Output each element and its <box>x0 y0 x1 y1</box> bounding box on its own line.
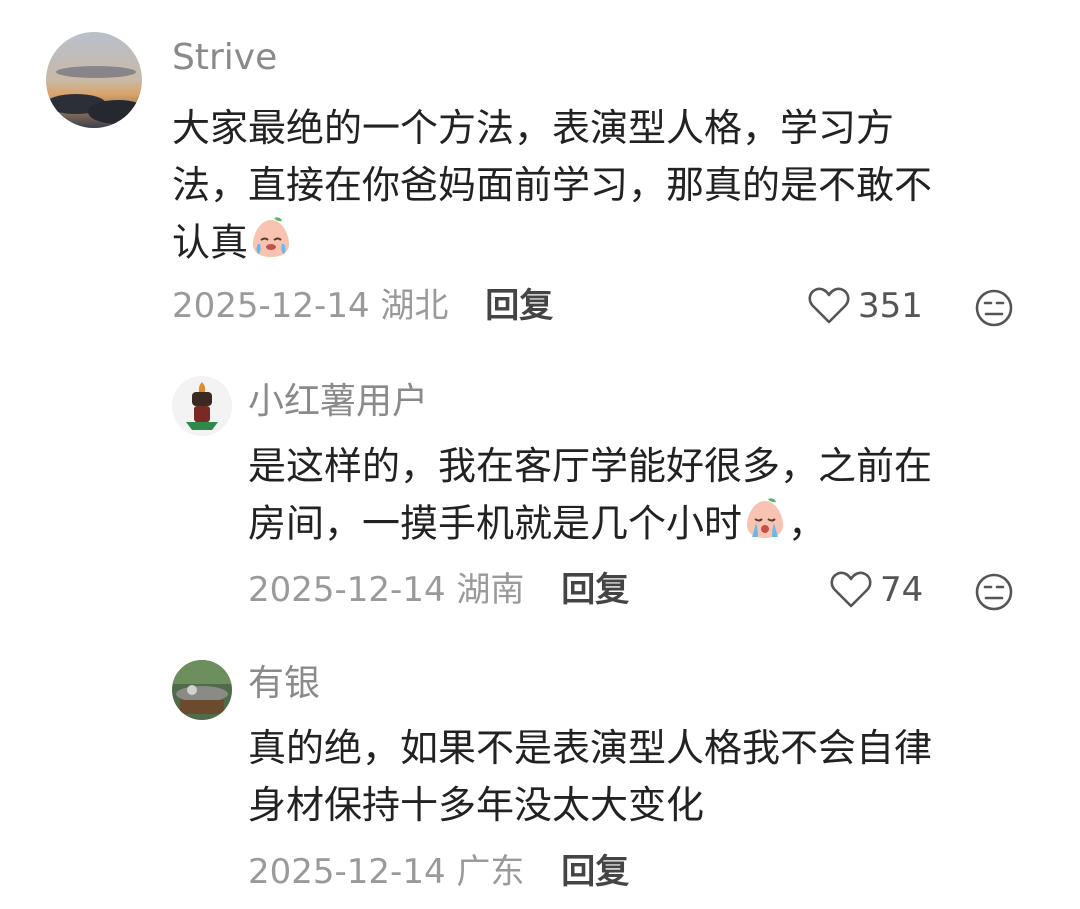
comment-meta: 2025-12-14 湖北 回复 <box>172 286 553 326</box>
comment-date: 2025-12-14 <box>172 286 370 326</box>
comment-meta: 2025-12-14 广东 回复 <box>248 852 629 892</box>
comment-line: 房间，一摸手机就是几个小时 ， <box>248 495 932 557</box>
comment-line: 认真 <box>172 214 932 276</box>
comment-line-text: 房间，一摸手机就是几个小时 <box>248 501 743 546</box>
comment-region: 广东 <box>456 852 525 892</box>
dislike-button[interactable] <box>974 572 1014 616</box>
comment-region: 湖北 <box>380 286 449 326</box>
comment-meta: 2025-12-14 湖南 回复 <box>248 570 629 610</box>
neutral-face-icon <box>975 573 1013 611</box>
comment-line: 是这样的，我在客厅学能好很多，之前在 <box>248 444 933 488</box>
username[interactable]: 有银 <box>248 662 320 706</box>
neutral-face-icon <box>975 289 1013 327</box>
comment-line: 身材保持十多年没太大变化 <box>248 783 705 827</box>
comment-line-text: 认真 <box>172 220 249 265</box>
like-button[interactable]: 351 <box>808 286 923 326</box>
comment-region: 湖南 <box>456 570 525 610</box>
comment-date: 2025-12-14 <box>248 570 446 610</box>
heart-outline-icon <box>830 571 872 608</box>
like-count: 351 <box>858 286 923 326</box>
comment-date: 2025-12-14 <box>248 852 446 892</box>
reply-button[interactable]: 回复 <box>561 570 629 610</box>
comment-line: 真的绝，如果不是表演型人格我不会自律 <box>248 726 933 770</box>
dislike-button[interactable] <box>974 288 1014 332</box>
avatar[interactable] <box>172 660 232 720</box>
laugh-cry-emoji <box>248 214 294 276</box>
avatar[interactable] <box>172 376 232 436</box>
like-button[interactable]: 74 <box>830 570 923 610</box>
avatar[interactable] <box>46 32 142 128</box>
heart-outline-icon <box>808 287 850 324</box>
reply-button[interactable]: 回复 <box>561 852 629 892</box>
comment-line: 法，直接在你爸妈面前学习，那真的是不敢不 <box>172 163 933 207</box>
like-count: 74 <box>880 570 924 610</box>
comment-text: 真的绝，如果不是表演型人格我不会自律 身材保持十多年没太大变化 <box>248 720 932 834</box>
reply-button[interactable]: 回复 <box>485 286 553 326</box>
comment-line-trailing: ， <box>788 501 827 546</box>
username[interactable]: Strive <box>172 36 277 80</box>
comment-text: 是这样的，我在客厅学能好很多，之前在 房间，一摸手机就是几个小时 ， <box>248 438 932 557</box>
comment-line: 大家最绝的一个方法，表演型人格，学习方 <box>172 106 895 150</box>
username[interactable]: 小红薯用户 <box>248 380 428 424</box>
comment-text: 大家最绝的一个方法，表演型人格，学习方 法，直接在你爸妈面前学习，那真的是不敢不… <box>172 100 932 276</box>
cry-emoji <box>742 495 788 557</box>
